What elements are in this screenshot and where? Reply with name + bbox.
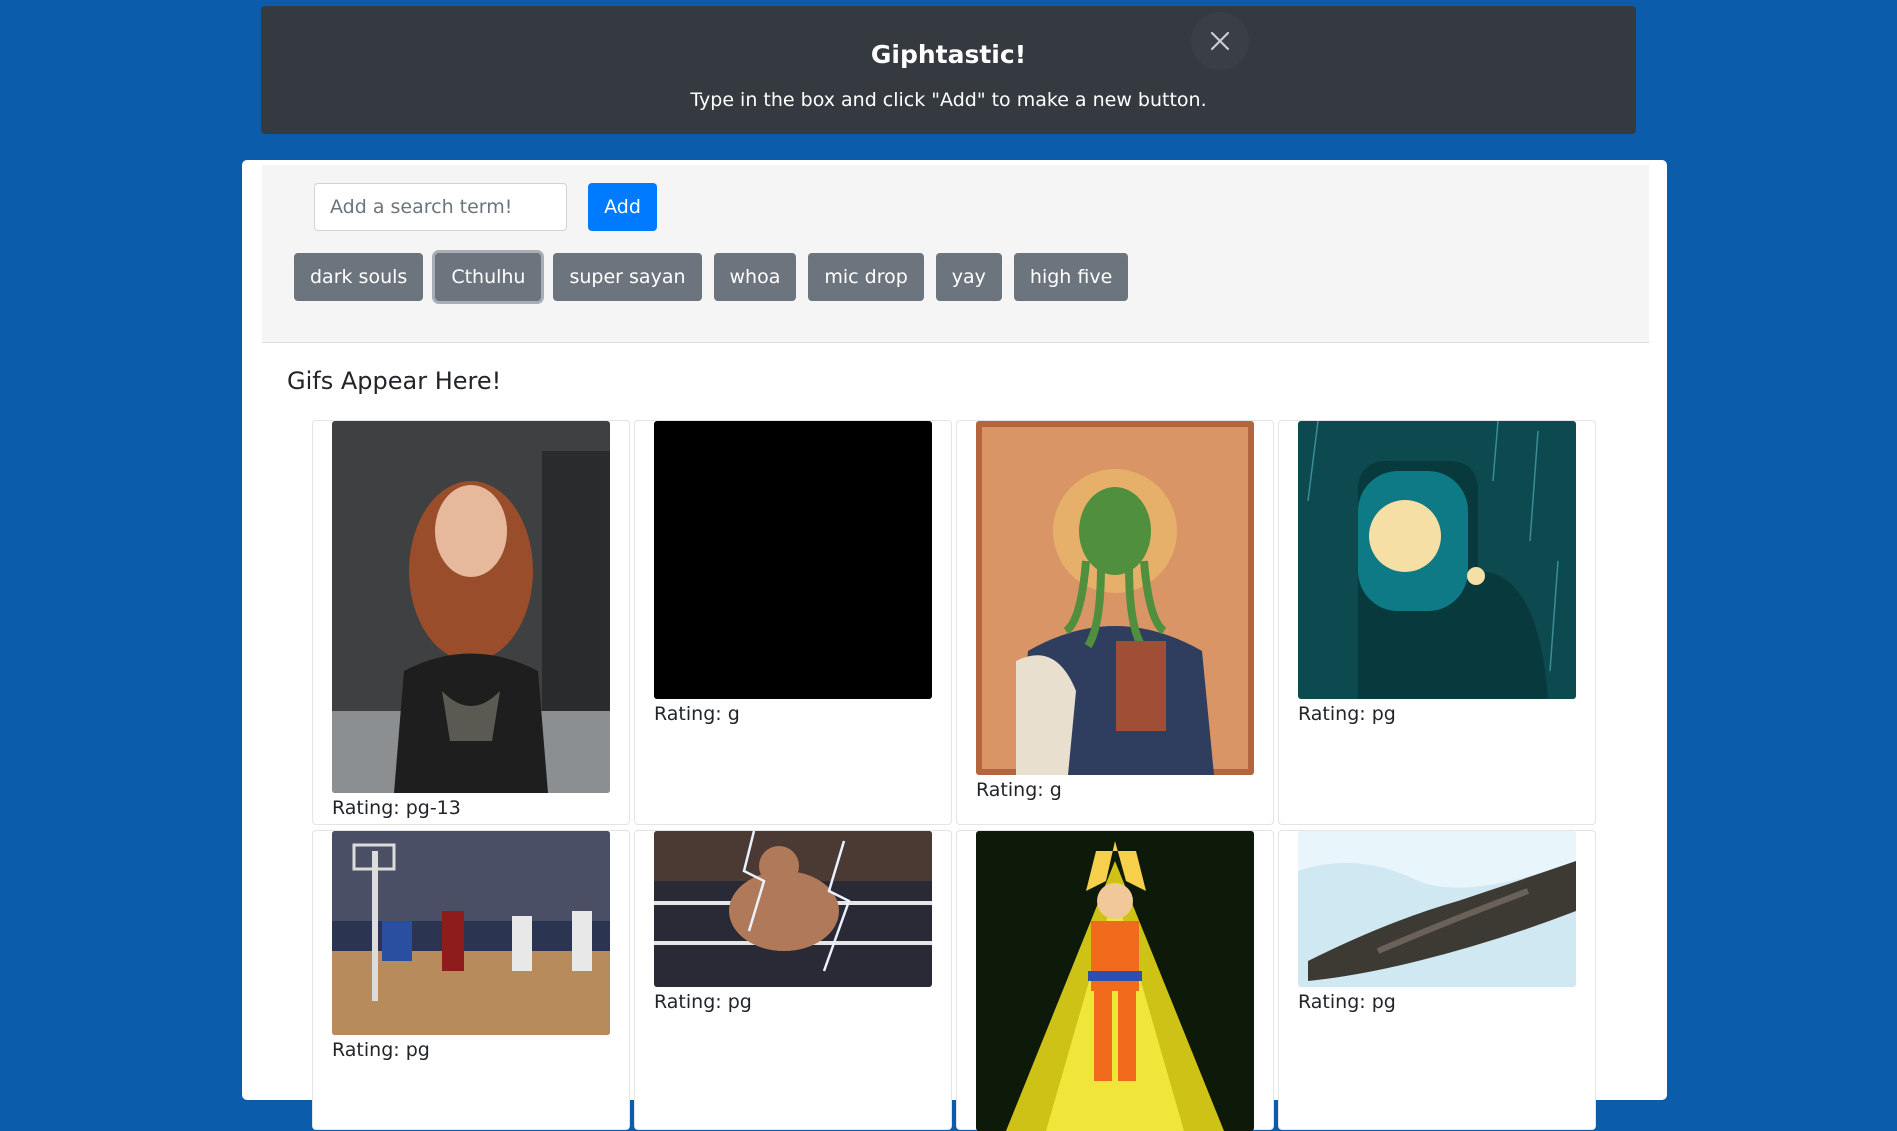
main-panel: Add dark souls Cthulhu super sayan whoa … (242, 160, 1667, 1131)
gif-card: Rating: g (956, 420, 1274, 825)
search-input[interactable] (314, 183, 567, 231)
gif-image[interactable] (654, 831, 932, 987)
topic-buttons: dark souls Cthulhu super sayan whoa mic … (294, 253, 1649, 301)
header-banner: Giphtastic! Type in the box and click "A… (261, 6, 1636, 134)
gif-card: Rating: pg (634, 830, 952, 1130)
topic-button-cthulhu[interactable]: Cthulhu (435, 253, 542, 301)
topic-button-dark-souls[interactable]: dark souls (294, 253, 424, 301)
gif-rating: Rating: g (976, 779, 1062, 801)
gif-card: Rating: pg-13 (312, 420, 630, 825)
gif-image[interactable] (976, 421, 1254, 775)
gif-image[interactable] (654, 421, 932, 699)
gif-image[interactable] (332, 831, 610, 1035)
gif-card: Rating: pg (312, 830, 630, 1130)
controls-well: Add dark souls Cthulhu super sayan whoa … (262, 165, 1649, 343)
gif-image[interactable] (976, 831, 1254, 1131)
topic-button-whoa[interactable]: whoa (713, 253, 797, 301)
gif-rating: Rating: pg (332, 1039, 430, 1061)
gif-rating: Rating: g (654, 703, 740, 725)
topic-button-mic-drop[interactable]: mic drop (808, 253, 924, 301)
close-icon[interactable] (1191, 12, 1249, 70)
topic-button-yay[interactable]: yay (935, 253, 1002, 301)
gif-card: Rating: g (634, 420, 952, 825)
app-instructions: Type in the box and click "Add" to make … (690, 89, 1207, 111)
results-heading: Gifs Appear Here! (287, 367, 502, 395)
app-title: Giphtastic! (870, 40, 1027, 69)
gif-rating: Rating: pg (654, 991, 752, 1013)
gif-image[interactable] (1298, 421, 1576, 699)
gif-rating: Rating: pg-13 (332, 797, 461, 819)
add-button[interactable]: Add (588, 183, 657, 231)
topic-button-high-five[interactable]: high five (1013, 253, 1129, 301)
gif-rating: Rating: pg (1298, 991, 1396, 1013)
gif-card (956, 830, 1274, 1131)
gif-image[interactable] (332, 421, 610, 793)
gif-image[interactable] (1298, 831, 1576, 987)
gif-rating: Rating: pg (1298, 703, 1396, 725)
gif-card: Rating: pg (1278, 420, 1596, 825)
topic-button-super-sayan[interactable]: super sayan (553, 253, 702, 301)
gif-card: Rating: pg (1278, 830, 1596, 1130)
